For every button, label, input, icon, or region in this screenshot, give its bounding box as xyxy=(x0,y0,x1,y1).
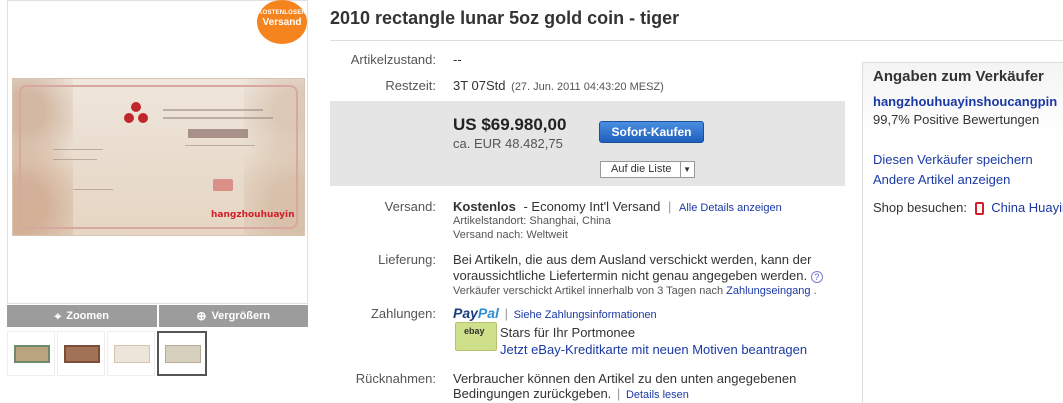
paypal-logo-icon: PayPal xyxy=(453,305,499,321)
ships-to: Versand nach: Weltweit xyxy=(453,229,568,241)
bank-logo-icon xyxy=(124,102,148,123)
returns-text-line1: Verbraucher können den Artikel zu den un… xyxy=(453,371,797,386)
thumbnail-2[interactable] xyxy=(57,331,105,376)
main-item-image[interactable]: hangzhouhuayin xyxy=(7,0,308,304)
dropdown-arrow-icon[interactable]: ▼ xyxy=(679,162,694,177)
item-title: 2010 rectangle lunar 5oz gold coin - tig… xyxy=(330,8,680,28)
save-seller-link[interactable]: Diesen Verkäufer speichern xyxy=(873,152,1033,167)
help-icon[interactable]: ? xyxy=(810,270,823,283)
thumbnail-3[interactable] xyxy=(107,331,155,376)
ebay-credit-card-icon: ebay xyxy=(455,322,497,351)
payment-methods: PayPal | Siehe Zahlungsinformationen xyxy=(453,305,657,321)
seller-heading: Angaben zum Verkäufer xyxy=(873,68,1044,85)
shop-name-link[interactable]: China Huayin xyxy=(991,200,1063,215)
returns-text-line2: Bedingungen zurückgeben. | Details lesen xyxy=(453,386,689,401)
enlarge-button[interactable]: ⊕ Vergrößern xyxy=(158,305,308,327)
add-to-watchlist-button[interactable]: Auf die Liste ▼ xyxy=(600,161,695,178)
time-left-value: 3T 07Std (27. Jun. 2011 04:43:20 MESZ) xyxy=(453,78,664,93)
magnifier-plus-icon: ⊕ xyxy=(196,309,207,323)
visit-shop: Shop besuchen: China Huayin xyxy=(873,200,1063,216)
seller-name-link[interactable]: hangzhouhuayinshoucangpin xyxy=(873,94,1057,109)
end-time: (27. Jun. 2011 04:43:20 MESZ) xyxy=(511,81,664,93)
seller-rating: 99,7% Positive Bewertungen xyxy=(873,112,1040,127)
shipping-details-link[interactable]: Alle Details anzeigen xyxy=(679,202,782,214)
certificate-photo: hangzhouhuayin xyxy=(12,78,305,236)
credit-card-promo: Stars für Ihr Portmonee xyxy=(500,325,636,340)
shipping-value: Kostenlos - Economy Int'l Versand | Alle… xyxy=(453,199,782,214)
thumbnail-4[interactable] xyxy=(157,331,207,376)
returns-details-link[interactable]: Details lesen xyxy=(626,389,689,401)
condition-label: Artikelzustand: xyxy=(350,52,436,67)
thumbnail-1[interactable] xyxy=(7,331,55,376)
other-items-link[interactable]: Andere Artikel anzeigen xyxy=(873,172,1010,187)
price-box: US $69.980,00 ca. EUR 48.482,75 Sofort-K… xyxy=(330,101,845,186)
returns-label: Rücknahmen: xyxy=(355,371,436,386)
delivery-text-line2: voraussichtliche Liefertermin nicht gena… xyxy=(453,268,823,283)
seller-info-panel: Angaben zum Verkäufer hangzhouhuayinshou… xyxy=(862,62,1063,403)
time-left-label: Restzeit: xyxy=(385,78,436,93)
price-eur: ca. EUR 48.482,75 xyxy=(453,136,563,151)
item-location: Artikelstandort: Shanghai, China xyxy=(453,215,611,227)
payments-label: Zahlungen: xyxy=(370,306,436,321)
free-shipping-badge: KOSTENLOSER Versand xyxy=(257,0,307,44)
buy-now-button[interactable]: Sofort-Kaufen xyxy=(599,121,704,143)
zoom-button[interactable]: ⌖ Zoomen xyxy=(7,305,157,327)
payment-received-link[interactable]: Zahlungseingang xyxy=(726,285,810,297)
image-watermark: hangzhouhuayin xyxy=(211,210,295,220)
price-usd: US $69.980,00 xyxy=(453,115,567,134)
condition-value: -- xyxy=(453,52,462,67)
store-icon xyxy=(974,202,984,216)
title-divider xyxy=(330,40,1063,41)
dispatch-note: Verkäufer verschickt Artikel innerhalb v… xyxy=(453,285,817,297)
payment-info-link[interactable]: Siehe Zahlungsinformationen xyxy=(514,309,657,321)
crosshair-icon: ⌖ xyxy=(54,308,62,323)
image-gallery: hangzhouhuayin KOSTENLOSER Versand ⌖ Zoo… xyxy=(7,0,308,376)
credit-card-apply-link[interactable]: Jetzt eBay-Kreditkarte mit neuen Motiven… xyxy=(500,342,807,357)
shipping-label: Versand: xyxy=(384,199,436,214)
thumbnail-strip xyxy=(7,331,308,376)
delivery-label: Lieferung: xyxy=(378,252,436,267)
delivery-text-line1: Bei Artikeln, die aus dem Ausland versch… xyxy=(453,252,812,267)
